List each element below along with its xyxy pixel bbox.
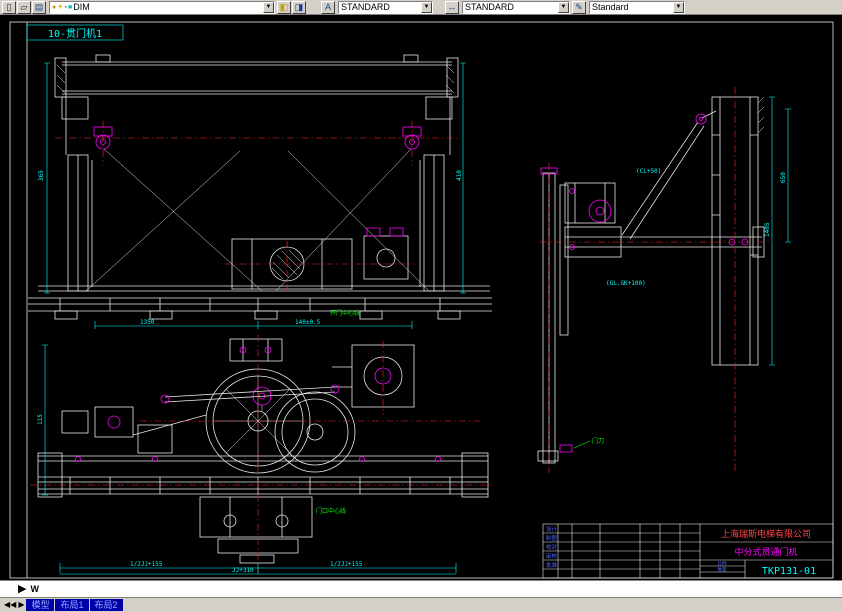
dim-label: JJ+310 [232,567,254,574]
dim-label: 1/2JJ+155 [130,561,163,568]
ucs-label: W [30,584,39,594]
toolbar: ▯ ▱ ▤ ● ☀ ▪ ■ DIM ▼ ◧ ◨ A STANDARD ▼ ↔ S… [0,0,842,15]
dim-style-value: STANDARD [465,2,514,12]
layer-combo-arrow-icon[interactable]: ▼ [263,1,274,13]
note-label: (GL.GK+100) [606,280,646,287]
layer-previous-icon: ◨ [294,1,304,12]
dim-label: 650 [780,172,787,183]
text-style-button[interactable]: A [321,0,335,14]
current-style-value: Standard [592,2,629,12]
new-file-button[interactable]: ▯ [2,0,16,14]
door-cables [85,148,430,292]
style-manager-icon: ✎ [575,1,583,12]
title-block: 上海瑞斯电梯有限公司 中分式贯通门机 TKP131-01 设计 制图 校对 审核… [542,523,834,579]
ucs-triangle-icon: ▶ [18,582,27,595]
style-manager-button[interactable]: ✎ [572,0,586,14]
open-file-button[interactable]: ▱ [17,0,31,14]
current-style-combo[interactable]: Standard ▼ [589,0,685,14]
layers-dialog-button[interactable]: ▤ [32,0,46,14]
open-file-icon: ▱ [20,1,28,12]
upright-channel [537,96,765,462]
view-label-box: 10-贯门机1 [26,24,124,41]
side-dimensions [769,96,791,366]
dim-label: 140±0.5 [295,319,321,326]
layer-previous-button[interactable]: ◨ [292,0,306,14]
titleblock-row-label: 审核 [546,552,558,560]
dim-label: 410 [456,170,463,181]
dim-style-icon: ↔ [447,1,457,12]
tab-layout2[interactable]: 布局2 [89,599,123,611]
drawing-canvas[interactable]: 10-贯门机1 365 410 1350 140±0.5 开门中心线 115 1… [0,15,842,580]
layer-combo[interactable]: ● ☀ ▪ ■ DIM ▼ [49,0,275,14]
titleblock-row-label: 制图 [546,534,558,542]
text-style-icon: A [324,1,331,12]
side-view: 1405 650 (CL+50) (GL.GK+100) 门刀 [537,87,791,473]
dim-label: 1405 [764,222,771,237]
text-style-combo-arrow-icon[interactable]: ▼ [421,1,432,13]
motor-plan [332,344,415,408]
new-file-icon: ▯ [6,1,12,12]
dim-label: 365 [38,170,45,181]
drawing-number: TKP131-01 [762,566,816,577]
titleblock-cell-label: 比例 [718,560,727,567]
annotation-label: 开门中心线 [330,309,360,317]
dim-label: 1/2JJ+155 [330,561,363,568]
make-layer-current-icon: ◧ [279,1,289,12]
titleblock-row-label: 批准 [546,561,558,569]
dim-style-combo-arrow-icon[interactable]: ▼ [558,1,569,13]
layer-combo-value: DIM [73,2,90,12]
layer-thaw-icon[interactable]: ☀ [57,4,63,11]
lower-bracket [199,496,313,564]
company-name: 上海瑞斯电梯有限公司 [721,528,811,540]
view-label: 10-贯门机1 [48,27,102,40]
dim-label: 115 [37,414,44,425]
autocad-window: ▯ ▱ ▤ ● ☀ ▪ ■ DIM ▼ ◧ ◨ A STANDARD ▼ ↔ S… [0,0,842,612]
dim-style-combo[interactable]: STANDARD ▼ [462,0,570,14]
tab-model[interactable]: 模型 [26,599,55,611]
annotation-label: 门刀 [592,437,604,445]
tab-next-icon[interactable]: ▶ [18,601,24,609]
note-label: (CL+50) [636,168,661,175]
tab-prev-icon[interactable]: ◀◀ [4,601,16,609]
drawing-area[interactable]: 10-贯门机1 365 410 1350 140±0.5 开门中心线 115 1… [0,15,842,580]
text-style-combo[interactable]: STANDARD ▼ [338,0,433,14]
dim-label: 1350 [140,319,155,326]
titleblock-cell-label: 数量 [718,566,727,573]
layer-on-icon[interactable]: ● [52,4,56,11]
base-rails [28,285,492,320]
plan-dimensions [42,344,457,575]
drawing-title: 中分式贯通门机 [734,546,797,558]
layer-lock-icon[interactable]: ▪ [65,4,67,11]
layer-color-swatch: ■ [68,3,73,11]
annotation-label: 门口中心线 [316,507,346,515]
titleblock-row-label: 校对 [546,543,558,551]
tab-layout1[interactable]: 布局1 [55,599,89,611]
command-line[interactable]: ▶ W [0,580,842,597]
plan-view: 115 1/2JJ+155 1/2JJ+155 JJ+310 门口中心线 [30,335,492,575]
text-style-value: STANDARD [341,2,390,12]
sheet-border [9,21,834,579]
layers-icon: ▤ [34,1,44,12]
current-style-combo-arrow-icon[interactable]: ▼ [673,1,684,13]
titleblock-row-label: 设计 [546,525,558,533]
front-view: 365 410 1350 140±0.5 开门中心线 [28,54,492,329]
layout-tabbar: ◀◀ ▶ 模型 布局1 布局2 [0,597,842,612]
dim-style-button[interactable]: ↔ [445,0,459,14]
plan-rails [37,452,489,498]
make-layer-current-button[interactable]: ◧ [277,0,291,14]
